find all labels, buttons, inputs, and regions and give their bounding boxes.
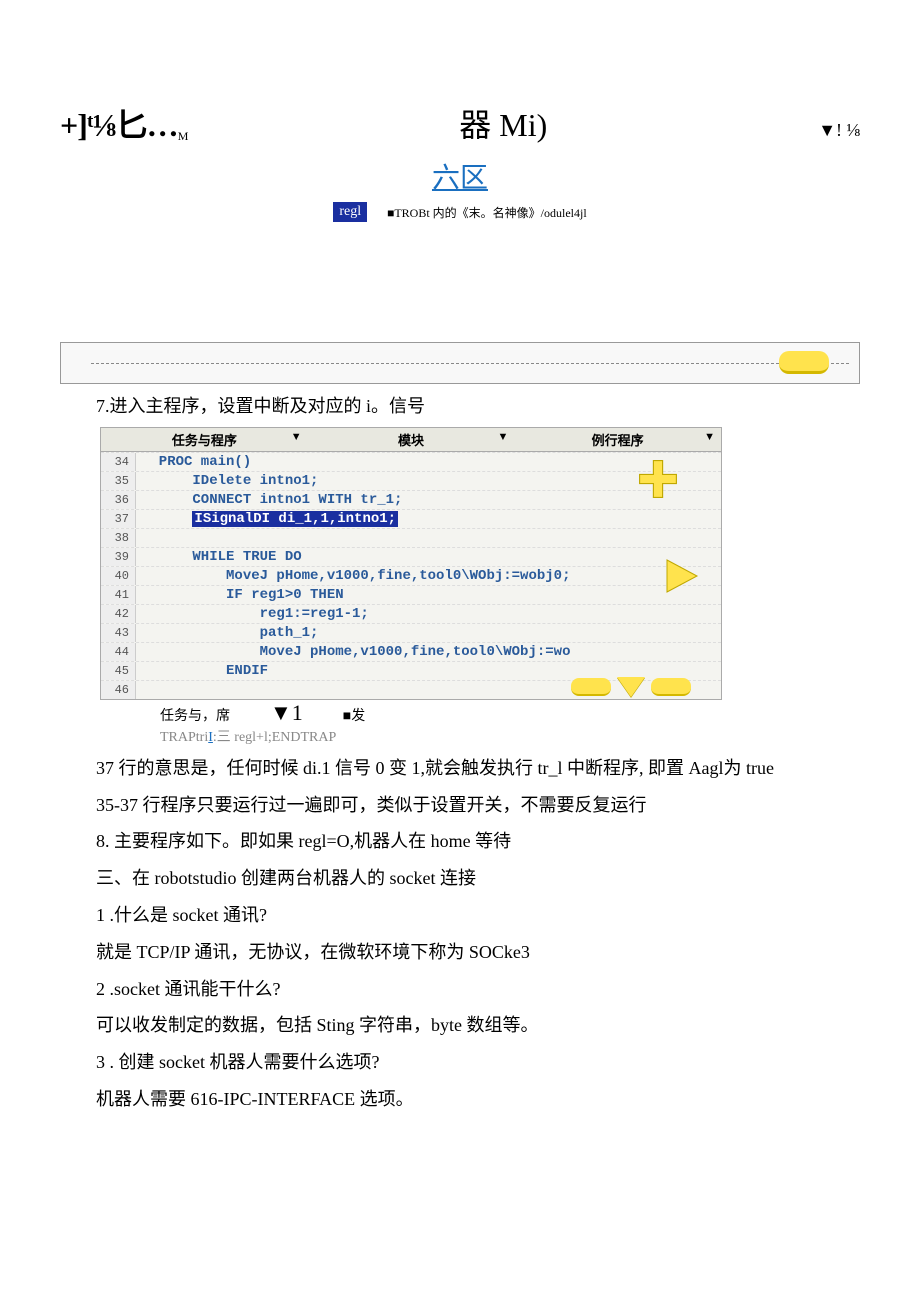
- trap-a: TRAPtri: [160, 730, 208, 745]
- line-number: 45: [101, 662, 136, 680]
- code-text: path_1;: [136, 624, 318, 642]
- code-body: 34 PROC main() 35 IDelete intno1; 36 CON…: [101, 452, 721, 699]
- line-number: 41: [101, 586, 136, 604]
- code-panel: 任务与程序 ▼ 模块 ▼ 例行程序 ▼ 34 PROC main() 35 IDele…: [100, 427, 722, 700]
- code-line[interactable]: 38: [101, 528, 721, 547]
- code-prefix: [142, 511, 192, 527]
- line-number: 35: [101, 472, 136, 490]
- para-3: 8. 主要程序如下。即如果 regl=O,机器人在 home 等待: [60, 827, 860, 856]
- yellow-pill-icon[interactable]: [571, 678, 611, 696]
- tab-routine[interactable]: 例行程序 ▼: [514, 428, 721, 451]
- code-text: MoveJ pHome,v1000,fine,tool0\WObj:=wobj0…: [136, 567, 570, 585]
- regl-box[interactable]: regl: [333, 202, 367, 222]
- line-number: 44: [101, 643, 136, 661]
- tab-module[interactable]: 模块 ▼: [308, 428, 515, 451]
- trob-text: ■TROBt 内的《末。名神像》/odulel4jl: [387, 204, 587, 221]
- divider-line: [91, 363, 849, 364]
- code-text: ENDIF: [136, 662, 268, 680]
- line-number: 37: [101, 510, 136, 528]
- code-line[interactable]: 42 reg1:=reg1-1;: [101, 604, 721, 623]
- yellow-pill-icon[interactable]: [651, 678, 691, 696]
- line-number: 46: [101, 681, 136, 699]
- dropdown-arrow-icon: ▼: [291, 431, 302, 443]
- down-triangle-icon[interactable]: [617, 677, 645, 697]
- code-highlight: ISignalDI di_1,1,intno1;: [192, 511, 398, 527]
- mini-b: ▼1: [270, 700, 303, 726]
- tab-module-label: 模块: [398, 433, 424, 448]
- code-text: WHILE TRUE DO: [136, 548, 302, 566]
- para-10: 机器人需要 616-IPC-INTERFACE 选项。: [60, 1085, 860, 1114]
- line-number: 38: [101, 529, 136, 547]
- code-text: CONNECT intno1 WITH tr_1;: [136, 491, 402, 509]
- para-4: 三、在 robotstudio 创建两台机器人的 socket 连接: [60, 864, 860, 893]
- section7-text: 7.进入主程序，设置中断及对应的 i。信号: [60, 392, 860, 421]
- code-text: IDelete intno1;: [136, 472, 318, 490]
- line-number: 36: [101, 491, 136, 509]
- link-title[interactable]: 六区: [432, 163, 488, 194]
- para-9: 3 . 创建 socket 机器人需要什么选项?: [60, 1048, 860, 1077]
- code-line[interactable]: 39 WHILE TRUE DO: [101, 547, 721, 566]
- tab-routine-label: 例行程序: [592, 433, 644, 448]
- mini-a: 任务与，席: [160, 705, 230, 725]
- para-2: 35-37 行程序只要运行过一遍即可，类似于设置开关，不需要反复运行: [60, 791, 860, 820]
- line-number: 40: [101, 567, 136, 585]
- code-line[interactable]: 43 path_1;: [101, 623, 721, 642]
- para-1: 37 行的意思是，任何时候 di.1 信号 0 变 1,就会触发执行 tr_l …: [60, 754, 860, 783]
- header-right: ▼! ⅛: [818, 120, 860, 141]
- dropdown-arrow-icon: ▼: [704, 431, 715, 443]
- code-line[interactable]: 34 PROC main(): [101, 452, 721, 471]
- para-6: 就是 TCP/IP 通讯，无协议，在微软环境下称为 SOCke3: [60, 938, 860, 967]
- code-text: PROC main(): [136, 453, 251, 471]
- tab-tasks[interactable]: 任务与程序 ▼: [101, 428, 308, 451]
- line-number: 39: [101, 548, 136, 566]
- code-line[interactable]: 36 CONNECT intno1 WITH tr_1;: [101, 490, 721, 509]
- code-line[interactable]: 41 IF reg1>0 THEN: [101, 585, 721, 604]
- dropdown-arrow-icon: ▼: [497, 431, 508, 443]
- trap-line: TRAPtriI:三 regl+l;ENDTRAP: [160, 726, 860, 746]
- code-line[interactable]: 37 ISignalDI di_1,1,intno1;: [101, 509, 721, 528]
- tab-tasks-label: 任务与程序: [172, 433, 237, 448]
- link-area: 六区 regl ■TROBt 内的《末。名神像》/odulel4jl: [60, 156, 860, 222]
- header-left-text: +]ᵗ⅛匕…: [60, 107, 178, 143]
- bottom-icons: [571, 677, 691, 697]
- play-icon[interactable]: [661, 556, 701, 596]
- header-row: +]ᵗ⅛匕…M 器 Mi) ▼! ⅛: [60, 100, 860, 146]
- code-text: reg1:=reg1-1;: [136, 605, 369, 623]
- code-text: ISignalDI di_1,1,intno1;: [136, 510, 398, 528]
- mini-c: ■发: [343, 705, 365, 725]
- code-line[interactable]: 35 IDelete intno1;: [101, 471, 721, 490]
- plus-icon[interactable]: [635, 456, 681, 502]
- code-text: [136, 681, 142, 699]
- para-8: 可以收发制定的数据，包括 Sting 字符串，byte 数组等。: [60, 1011, 860, 1040]
- code-tabs: 任务与程序 ▼ 模块 ▼ 例行程序 ▼: [101, 428, 721, 452]
- mini-row: 任务与，席 ▼1 ■发: [160, 700, 860, 726]
- divider-block: [60, 342, 860, 384]
- line-number: 42: [101, 605, 136, 623]
- code-line[interactable]: 44 MoveJ pHome,v1000,fine,tool0\WObj:=wo: [101, 642, 721, 661]
- trap-c: :三 regl+l;ENDTRAP: [213, 730, 336, 745]
- code-text: MoveJ pHome,v1000,fine,tool0\WObj:=wo: [136, 643, 570, 661]
- header-left-sub: M: [178, 129, 189, 143]
- para-5: 1 .什么是 socket 通讯?: [60, 901, 860, 930]
- line-number: 43: [101, 624, 136, 642]
- para-7: 2 .socket 通讯能干什么?: [60, 975, 860, 1004]
- yellow-pill-icon: [779, 351, 829, 374]
- line-number: 34: [101, 453, 136, 471]
- header-left: +]ᵗ⅛匕…M: [60, 100, 188, 146]
- code-text: IF reg1>0 THEN: [136, 586, 344, 604]
- code-line[interactable]: 40 MoveJ pHome,v1000,fine,tool0\WObj:=wo…: [101, 566, 721, 585]
- code-text: [136, 529, 142, 547]
- header-mid: 器 Mi): [459, 100, 547, 146]
